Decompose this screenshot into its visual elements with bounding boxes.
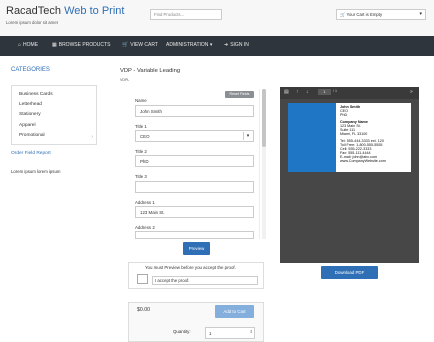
chevron-down-icon: ▾ xyxy=(243,132,252,140)
field-label-title2: Title 2 xyxy=(135,149,147,154)
card-line: Miami, FL 33100 xyxy=(340,132,368,136)
name-field[interactable]: John Smith xyxy=(135,105,254,117)
category-business-cards[interactable]: Business Cards xyxy=(19,92,53,97)
home-icon: ⌂ xyxy=(18,42,22,48)
accept-proof-checkbox[interactable] xyxy=(137,274,148,284)
brand-logo[interactable]: RacadTech Web to Print xyxy=(6,5,124,17)
main-nav: ⌂ HOME ▦ BROWSE PRODUCTS 🛒 VIEW CART ADMINI… xyxy=(0,36,434,56)
nav-administration[interactable]: ADMINISTRATION ▾ xyxy=(166,42,212,48)
cart-icon: 🛒 xyxy=(122,42,129,48)
sidebar-toggle-icon[interactable]: ▤ xyxy=(284,89,289,95)
chevron-down-icon: ▾ xyxy=(419,11,422,17)
nav-browse-products[interactable]: ▦ BROWSE PRODUCTS xyxy=(52,42,110,48)
category-promotional[interactable]: Promotional xyxy=(19,133,45,138)
field-label-title1: Title 1 xyxy=(135,124,147,129)
card-blue-panel xyxy=(288,103,336,172)
preview-button[interactable]: Preview xyxy=(183,242,210,255)
title1-select[interactable]: CEO ▾ xyxy=(135,130,254,142)
form-scrollbar-thumb[interactable] xyxy=(262,89,266,147)
quantity-stepper[interactable]: 1 ⇕ xyxy=(205,327,255,339)
title3-field[interactable] xyxy=(135,181,254,193)
categories-list: Business Cards Letterhead Stationery App… xyxy=(11,85,97,145)
nav-home[interactable]: ⌂ HOME xyxy=(18,42,38,48)
arrow-down-icon[interactable]: ↓ xyxy=(306,89,309,95)
tagline: Lorem ipsum dolor sit amet xyxy=(6,20,58,25)
nav-view-cart[interactable]: 🛒 VIEW CART xyxy=(122,42,158,48)
quantity-value: 1 xyxy=(209,331,212,336)
page-number-input[interactable]: 1 xyxy=(318,89,331,95)
product-code: VDPL xyxy=(120,78,130,82)
reset-fields-button[interactable]: Reset Fields xyxy=(225,91,254,98)
title1-value: CEO xyxy=(140,134,150,139)
grid-icon: ▦ xyxy=(52,42,57,48)
cart-status-select[interactable]: 🛒 Your Cart is Empty ▾ xyxy=(336,9,426,20)
card-line: www.CompanyWebsite.com xyxy=(340,159,386,163)
field-label-address2: Address 2 xyxy=(135,225,155,230)
chevron-down-icon: ▾ xyxy=(209,42,213,48)
address1-field[interactable]: 123 Main St. xyxy=(135,206,254,218)
proof-message: You must Preview before you accept the p… xyxy=(145,265,236,270)
sidebar-text: Lorem ipsum lorem ipsum xyxy=(11,169,61,174)
arrow-up-icon[interactable]: ↑ xyxy=(296,89,299,95)
cart-status-text: Your Cart is Empty xyxy=(346,12,383,17)
cart-icon: 🛒 xyxy=(340,12,346,17)
page-title: VDP - Variable Leading xyxy=(120,68,181,74)
nav-sign-in[interactable]: ➜ SIGN IN xyxy=(224,42,249,48)
categories-title: CATEGORIES xyxy=(11,67,50,73)
field-label-title3: Title 3 xyxy=(135,174,147,179)
stepper-arrows-icon: ⇕ xyxy=(249,329,253,334)
category-letterhead[interactable]: Letterhead xyxy=(19,102,42,107)
add-to-cart-button[interactable]: Add to Cart xyxy=(215,305,254,318)
category-apparel[interactable]: Apparel xyxy=(19,123,36,128)
brand-name-part1: RacadTech xyxy=(6,5,62,17)
field-label-name: Name xyxy=(135,98,147,103)
quantity-label: Quantity: xyxy=(173,329,191,334)
chevron-right-icon: › xyxy=(91,134,93,140)
more-tools-icon[interactable]: » xyxy=(410,89,413,95)
header: RacadTech Web to Print Lorem ipsum dolor… xyxy=(0,0,434,36)
sign-in-icon: ➜ xyxy=(224,42,229,48)
page-count: / 1 xyxy=(333,89,337,93)
search-input[interactable]: Find Products... xyxy=(150,9,222,20)
title2-field[interactable]: PhD xyxy=(135,155,254,167)
category-stationery[interactable]: Stationery xyxy=(19,112,41,117)
brand-name-part2: Web to Print xyxy=(64,5,125,17)
download-pdf-button[interactable]: Download PDF xyxy=(321,266,378,279)
address2-field[interactable] xyxy=(135,231,254,239)
accept-proof-label: I accept the proof. xyxy=(152,276,258,285)
price: $0.00 xyxy=(137,307,150,313)
pdf-toolbar xyxy=(280,87,419,99)
card-line: PhD xyxy=(340,113,348,117)
order-field-report-link[interactable]: Order Field Report xyxy=(11,151,51,156)
field-label-address1: Address 1 xyxy=(135,200,155,205)
